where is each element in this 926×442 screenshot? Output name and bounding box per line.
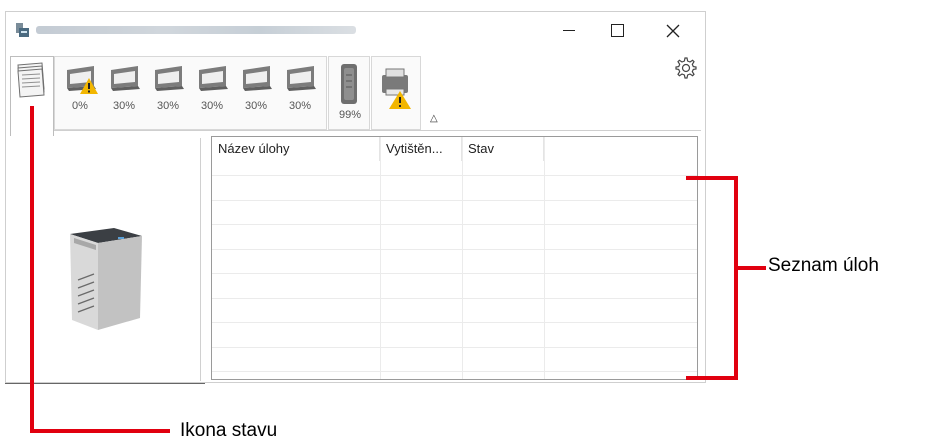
maximize-button[interactable] xyxy=(594,12,640,48)
collapse-icon[interactable]: △ xyxy=(430,113,438,124)
warning-icon xyxy=(80,78,98,94)
grid-row-line xyxy=(212,175,697,176)
maximize-icon xyxy=(610,24,624,37)
status-toolbar: 0% 30% 30% 30% 30% 30% 99% △ xyxy=(6,48,705,136)
paper-tray-item: 30% xyxy=(104,62,144,116)
grid-row-line xyxy=(212,322,697,323)
callout-bracket-top xyxy=(686,176,738,180)
grid-row-line xyxy=(212,346,697,348)
close-button[interactable] xyxy=(650,12,696,48)
tab-divider xyxy=(54,130,701,131)
paper-tray-item: 0% xyxy=(60,62,100,116)
title-bar[interactable] xyxy=(6,12,705,48)
window-title xyxy=(36,26,356,34)
job-list-header: Název úlohy Vytištěn... Stav xyxy=(212,137,697,161)
paper-tray-item: 30% xyxy=(280,62,320,116)
paper-tray-item: 30% xyxy=(192,62,232,116)
stacked-pages-icon xyxy=(17,62,45,98)
column-job-name[interactable]: Název úlohy xyxy=(212,137,380,161)
grid-row-line xyxy=(212,371,697,372)
tray-level: 30% xyxy=(200,100,224,112)
column-status[interactable]: Stav xyxy=(462,137,544,161)
callout-pointer-vertical xyxy=(30,106,34,433)
grid-row-line xyxy=(212,273,697,274)
device-status-panel[interactable] xyxy=(371,56,421,130)
tray-level: 30% xyxy=(244,100,268,112)
column-printed[interactable]: Vytištěn... xyxy=(380,137,462,161)
pane-splitter[interactable] xyxy=(200,138,201,381)
callout-bracket-vertical xyxy=(734,176,738,380)
callout-bracket-bottom xyxy=(686,376,738,380)
callout-label-job-list: Seznam úloh xyxy=(768,255,879,276)
grid-column-line xyxy=(462,137,463,379)
job-list[interactable]: Název úlohy Vytištěn... Stav xyxy=(211,136,698,380)
grid-row-line xyxy=(212,297,697,299)
paper-tray-icon xyxy=(155,66,184,91)
paper-tray-item: 30% xyxy=(236,62,276,116)
tray-level: 30% xyxy=(156,100,180,112)
paper-tray-icon xyxy=(199,66,228,91)
grid-row-line xyxy=(212,248,697,250)
tray-level: 30% xyxy=(112,100,136,112)
paper-tray-icon xyxy=(287,66,316,91)
toner-cartridge-icon xyxy=(341,64,357,104)
callout-pointer-status-icon xyxy=(30,429,170,433)
callout-pointer-job-list xyxy=(736,266,766,270)
paper-tray-icon xyxy=(111,66,140,91)
grid-row-line xyxy=(212,199,697,201)
toner-level: 99% xyxy=(338,109,362,121)
printer-device-image xyxy=(70,228,142,330)
callout-label-status-icon: Ikona stavu xyxy=(180,420,278,441)
toner-panel[interactable]: 99% xyxy=(328,56,370,130)
minimize-button[interactable] xyxy=(546,12,592,48)
printer-app-icon xyxy=(16,23,29,37)
grid-row-line xyxy=(212,224,697,225)
minimize-icon xyxy=(563,30,575,31)
grid-column-line xyxy=(544,137,545,379)
divider xyxy=(5,383,205,384)
tray-level: 0% xyxy=(72,100,88,112)
gear-icon[interactable] xyxy=(674,56,698,80)
status-monitor-window: 0% 30% 30% 30% 30% 30% 99% △ Název úlohy… xyxy=(5,11,706,383)
printer-warning-icon xyxy=(382,68,411,109)
close-icon xyxy=(666,24,680,37)
tray-level: 30% xyxy=(288,100,312,112)
paper-tray-icon xyxy=(243,66,272,91)
grid-column-line xyxy=(380,137,381,379)
paper-tray-item: 30% xyxy=(148,62,188,116)
